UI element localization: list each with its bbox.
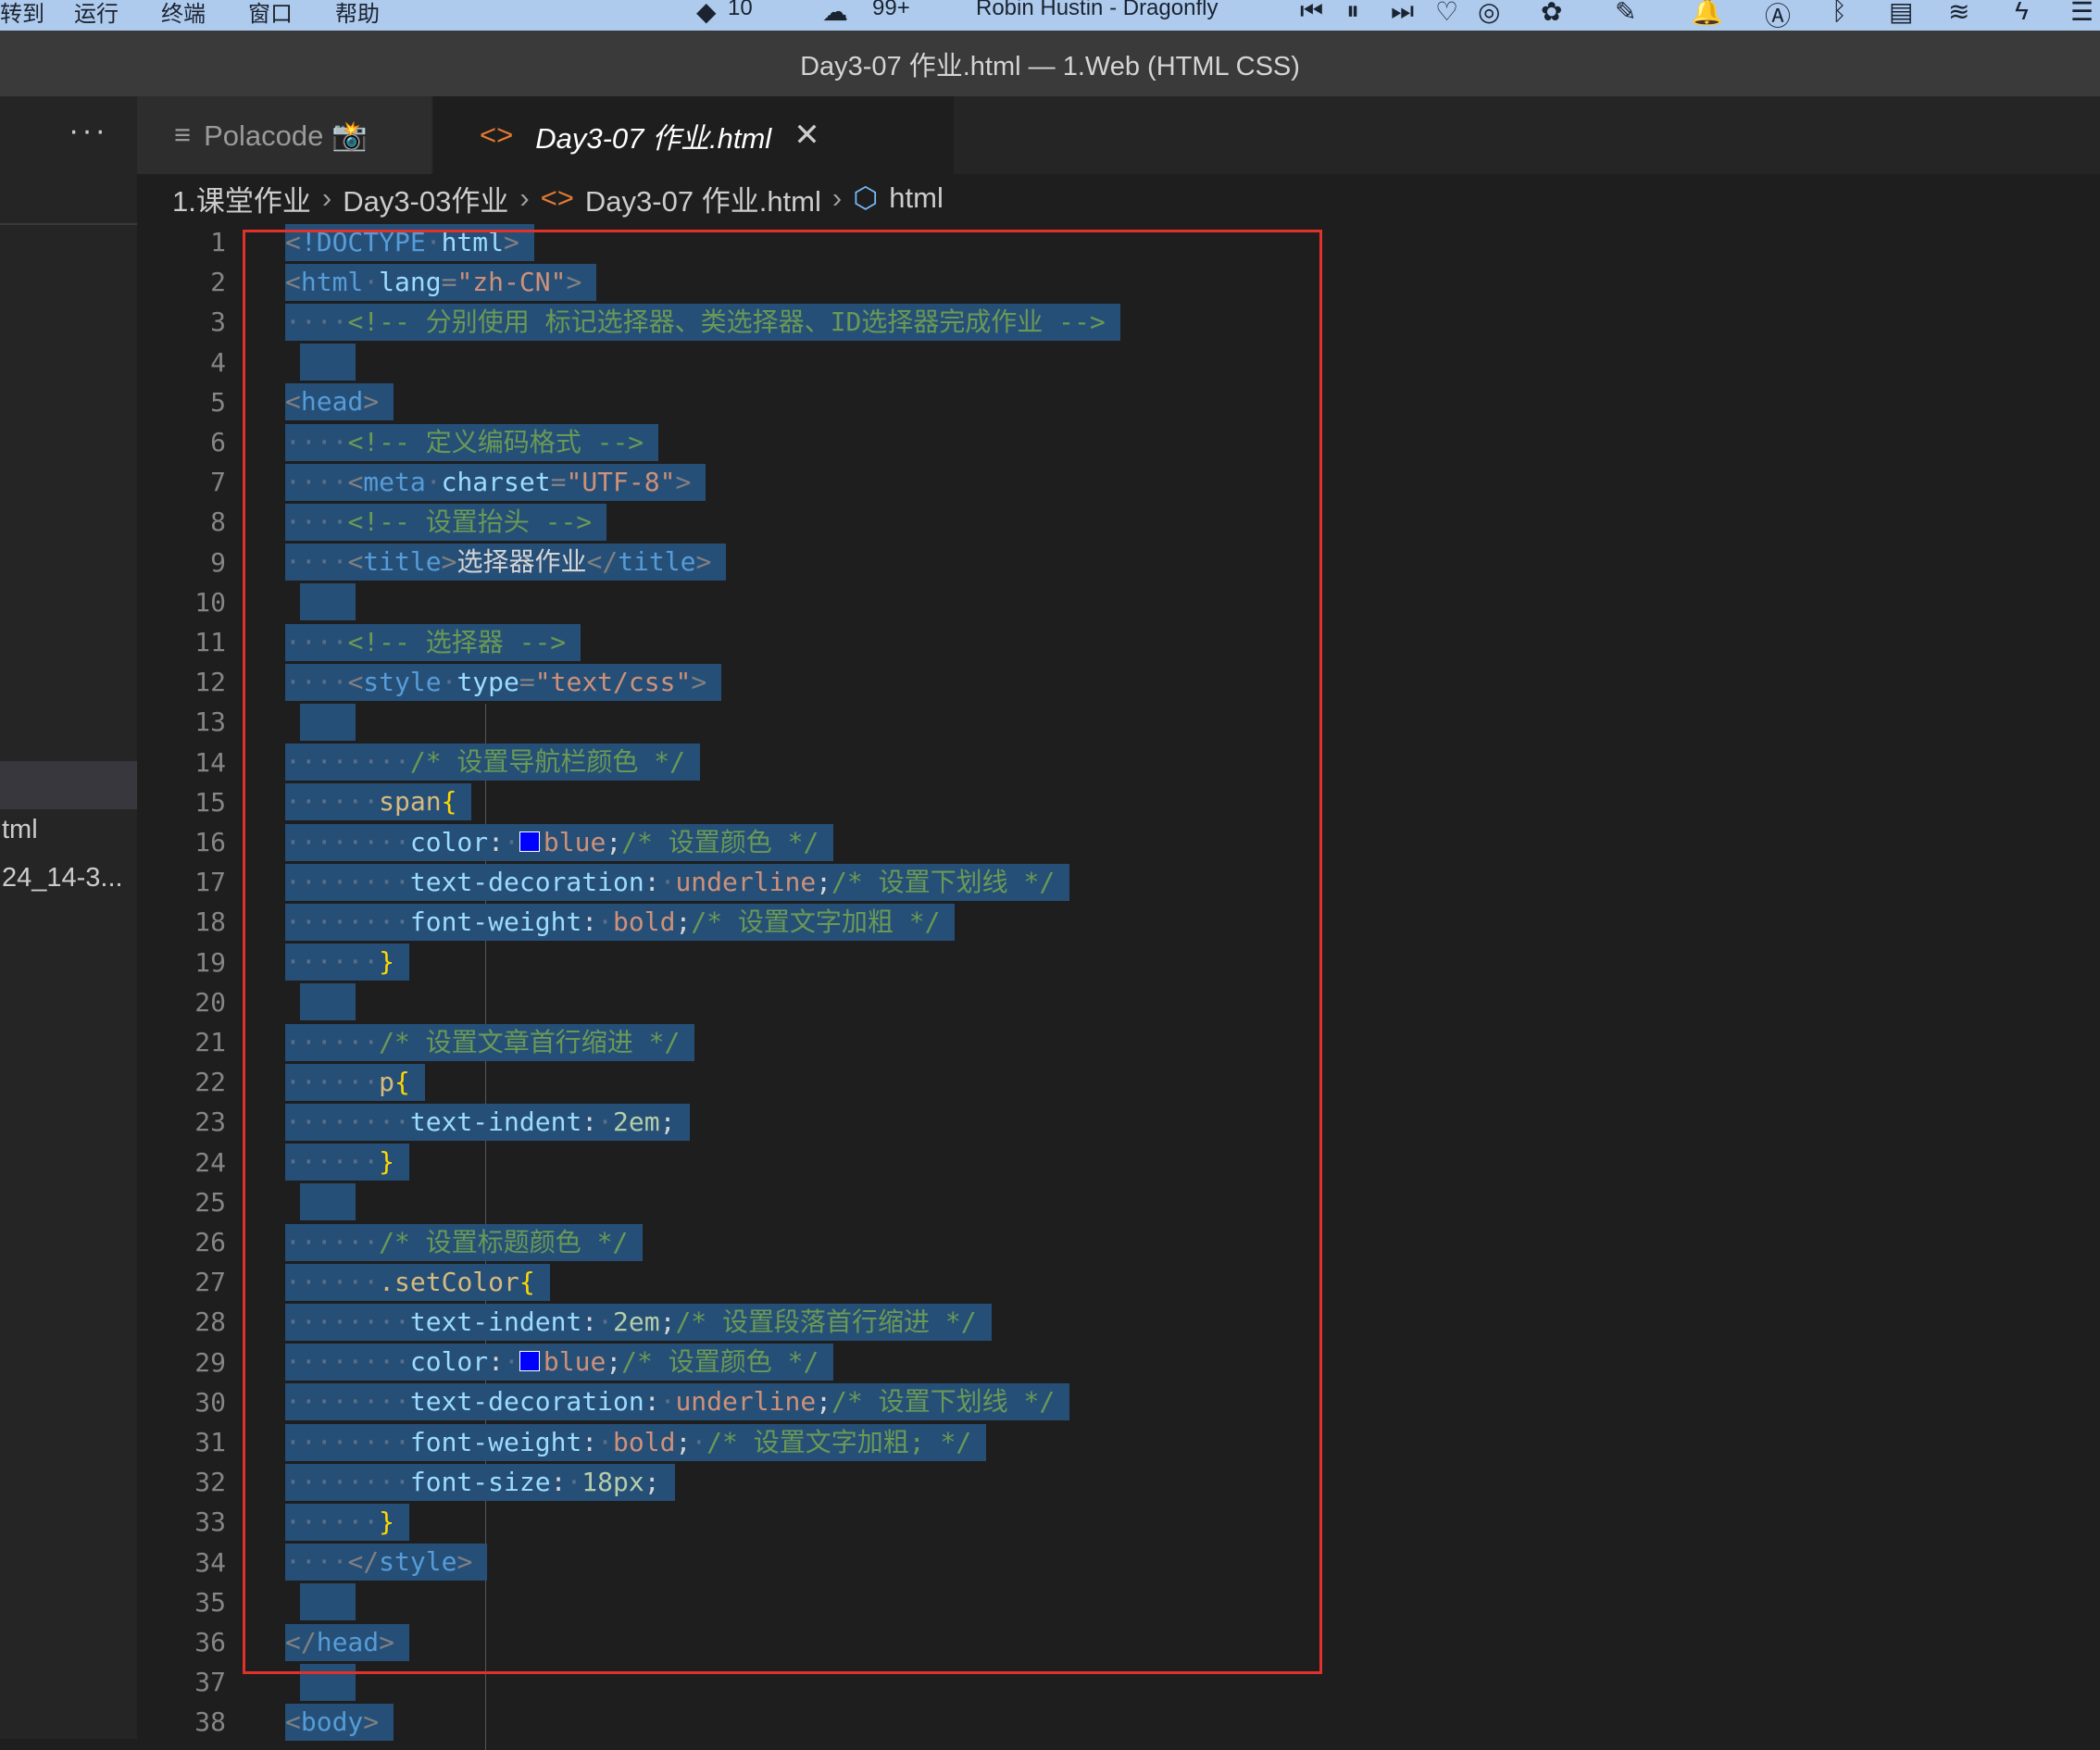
pin-tool-icon[interactable]: ✎ [1615,0,1636,27]
menu-window[interactable]: 窗口 [248,0,293,28]
line-number: 24 [194,1146,226,1178]
line-number: 2 [210,267,226,298]
line-number: 20 [194,986,226,1018]
window-title: Day3-07 作业.html — 1.Web (HTML CSS) [800,51,1300,81]
line-number: 13 [194,706,226,738]
more-actions-icon[interactable]: ··· [69,113,108,149]
line-number: 34 [194,1546,226,1578]
previous-track-icon[interactable]: ⏮ [1300,0,1323,27]
app-cluster-icon[interactable]: ✿ [1541,0,1562,27]
line-number: 22 [194,1067,226,1098]
bluetooth-icon[interactable]: ᛒ [1831,0,1847,26]
app-badge-count: 10 [728,0,753,20]
line-number: 16 [194,827,226,857]
status-extra-icon[interactable]: ☰ [2070,0,2094,27]
breadcrumb-item[interactable]: html [889,181,944,215]
pause-icon[interactable]: ⏸ [1346,0,1359,27]
line-number: 7 [210,467,226,498]
clipboard-icon[interactable]: ▤ [1889,0,1913,27]
annotation-rectangle [243,230,1322,1674]
line-number: 31 [194,1427,226,1457]
wechat-icon[interactable]: ☁ [822,0,848,27]
list-icon: ≡ [174,119,192,151]
line-number: 33 [194,1506,226,1538]
line-number: 29 [194,1346,226,1378]
line-number: 36 [194,1627,226,1657]
line-number: 10 [194,586,226,618]
menu-run[interactable]: 运行 [74,0,119,28]
editor-tab-bar: ≡ Polacode 📸 <> Day3-07 作业.html ✕ [137,96,2100,174]
wifi-icon[interactable]: ≋ [1948,0,1969,27]
breadcrumb-item[interactable]: Day3-03作业 [343,178,508,219]
chevron-right-icon: › [519,181,530,214]
code-line[interactable]: <body> [285,1704,394,1741]
now-playing-track[interactable]: Robin Hustin - Dragonfly [976,0,1218,21]
input-method-icon[interactable]: Ⓐ [1765,0,1791,33]
tab-polacode[interactable]: ≡ Polacode 📸 [137,96,431,174]
line-number: 14 [194,746,226,778]
line-number: 15 [194,786,226,818]
power-icon[interactable]: ϟ [2015,0,2029,26]
line-number: 6 [210,427,226,457]
window-title-bar: Day3-07 作业.html — 1.Web (HTML CSS) [0,31,2100,96]
line-number: 32 [194,1467,226,1498]
tab-label: Polacode 📸 [204,119,368,152]
menu-terminal[interactable]: 终端 [161,0,206,28]
line-number: 9 [210,546,226,578]
app-badge-icon[interactable]: ◆ [696,0,717,27]
line-number: 35 [194,1586,226,1618]
menu-help[interactable]: 帮助 [335,0,380,28]
code-icon: <> [540,181,574,214]
breadcrumb: 1.课堂作业 › Day3-03作业 › <> Day3-07 作业.html … [172,174,944,222]
macos-menubar: 转到 运行 终端 窗口 帮助 ◆ 10 ☁ 99+ Robin Hustin -… [0,0,2100,31]
sidebar-file-item[interactable]: 24_14-3... [2,863,123,894]
tab-label: Day3-07 作业.html [535,121,772,155]
line-number: 28 [194,1306,226,1338]
line-number: 37 [194,1667,226,1698]
line-number: 30 [194,1386,226,1418]
menu-goto[interactable]: 转到 [0,0,44,28]
line-number: 27 [194,1267,226,1298]
line-number: 1 [210,227,226,257]
chevron-right-icon: › [831,181,843,214]
line-number: 23 [194,1106,226,1138]
chevron-right-icon: › [321,181,332,214]
line-number: 12 [194,667,226,698]
sidebar-selected-row[interactable] [0,761,137,809]
notification-bell-icon[interactable]: 🔔 [1691,0,1723,27]
wechat-badge-count: 99+ [872,0,910,20]
line-number: 38 [194,1706,226,1738]
line-number: 19 [194,946,226,978]
line-number: 25 [194,1186,226,1218]
line-number: 26 [194,1227,226,1257]
line-number: 21 [194,1027,226,1057]
cube-icon: ⬡ [853,181,879,214]
line-number: 8 [210,506,226,538]
next-track-icon[interactable]: ⏭ [1391,0,1414,27]
close-icon[interactable]: ✕ [794,117,820,154]
breadcrumb-item[interactable]: Day3-07 作业.html [585,178,821,219]
tab-day3-07-html[interactable]: <> Day3-07 作业.html ✕ [433,96,954,174]
line-number: 18 [194,906,226,938]
code-icon: <> [480,119,514,151]
line-number: 4 [210,346,226,378]
sidebar-divider [0,223,137,225]
netease-music-icon[interactable]: ◎ [1478,0,1500,27]
explorer-sidebar: ··· tml 24_14-3... [0,96,137,1739]
line-number: 3 [210,306,226,338]
line-number: 11 [194,627,226,657]
sidebar-file-item[interactable]: tml [2,815,38,845]
heart-icon[interactable]: ♡ [1435,0,1458,27]
line-number: 5 [210,386,226,418]
line-number: 17 [194,867,226,898]
breadcrumb-item[interactable]: 1.课堂作业 [172,178,311,219]
